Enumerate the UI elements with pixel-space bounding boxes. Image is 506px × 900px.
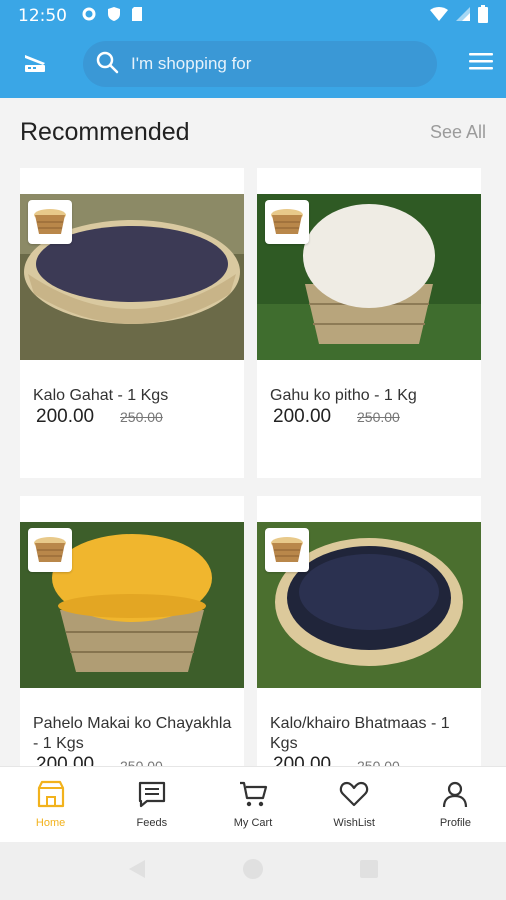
store-logo-badge [265,200,309,244]
product-name: Kalo Gahat - 1 Kgs [33,387,169,404]
product-card[interactable]: Gahu ko pitho - 1 Kg 200.00 250.00 [257,168,481,478]
system-navigation-bar [0,842,506,900]
back-icon[interactable] [127,858,147,885]
recents-icon[interactable] [359,859,379,884]
menu-button[interactable] [466,48,496,78]
search-icon [95,50,119,79]
scanner-icon [23,53,47,78]
signal-icon [456,6,470,27]
profile-icon [440,780,470,813]
product-card[interactable]: Kalo Gahat - 1 Kgs 200.00 250.00 [20,168,244,478]
nav-feeds[interactable]: Feeds [101,767,202,842]
status-bar: 12:50 [0,0,506,32]
bottom-navigation: Home Feeds My Cart WishList Profile [0,766,506,842]
main-content: Recommended See All Kalo Gahat - 1 Kgs 2… [0,98,506,766]
product-image [257,522,481,688]
nav-feeds-label: Feeds [136,817,168,829]
product-price: 200.00 [273,754,332,766]
section-header: Recommended See All [20,118,486,147]
see-all-link[interactable]: See All [430,122,486,143]
store-logo-badge [265,528,309,572]
hamburger-menu-icon [469,52,493,75]
scan-button[interactable] [0,32,70,98]
app-bar [0,32,506,98]
product-price: 200.00 [273,406,332,427]
section-title: Recommended [20,118,190,146]
nav-home-label: Home [35,817,66,829]
search-input[interactable] [131,54,411,74]
product-price: 200.00 [36,406,95,427]
nav-wishlist[interactable]: WishList [304,767,405,842]
product-name: Gahu ko pitho - 1 Kg [270,387,417,404]
product-name: Kalo/khairo Bhatmaas - 1 Kgs [270,715,450,752]
product-old-price: 250.00 [357,758,400,766]
store-logo-badge [28,200,72,244]
store-logo-badge [28,528,72,572]
product-name: Pahelo Makai ko Chayakhla - 1 Kgs [33,715,232,752]
product-old-price: 250.00 [357,409,400,425]
product-old-price: 250.00 [120,409,163,425]
nav-profile-label: Profile [439,817,471,829]
product-price: 200.00 [36,754,95,766]
product-image [257,194,481,360]
nav-wishlist-label: WishList [333,817,375,829]
status-time: 12:50 [18,6,67,26]
settings-icon [81,6,97,27]
nav-home[interactable]: Home [0,767,101,842]
product-image [20,194,244,360]
home-circle-icon[interactable] [242,858,264,885]
battery-icon [478,4,488,28]
cart-icon [238,780,268,813]
feeds-icon [137,780,167,813]
home-store-icon [36,780,66,813]
nav-cart-label: My Cart [233,817,273,829]
wifi-icon [430,6,448,27]
product-card[interactable]: Pahelo Makai ko Chayakhla - 1 Kgs 200.00… [20,496,244,766]
search-bar[interactable] [83,41,437,87]
product-old-price: 250.00 [120,758,163,766]
sim-card-icon [131,6,143,27]
heart-icon [339,780,369,813]
product-image [20,522,244,688]
nav-profile[interactable]: Profile [405,767,506,842]
nav-cart[interactable]: My Cart [202,767,303,842]
shield-icon [107,6,121,27]
product-card[interactable]: Kalo/khairo Bhatmaas - 1 Kgs 200.00 250.… [257,496,481,766]
